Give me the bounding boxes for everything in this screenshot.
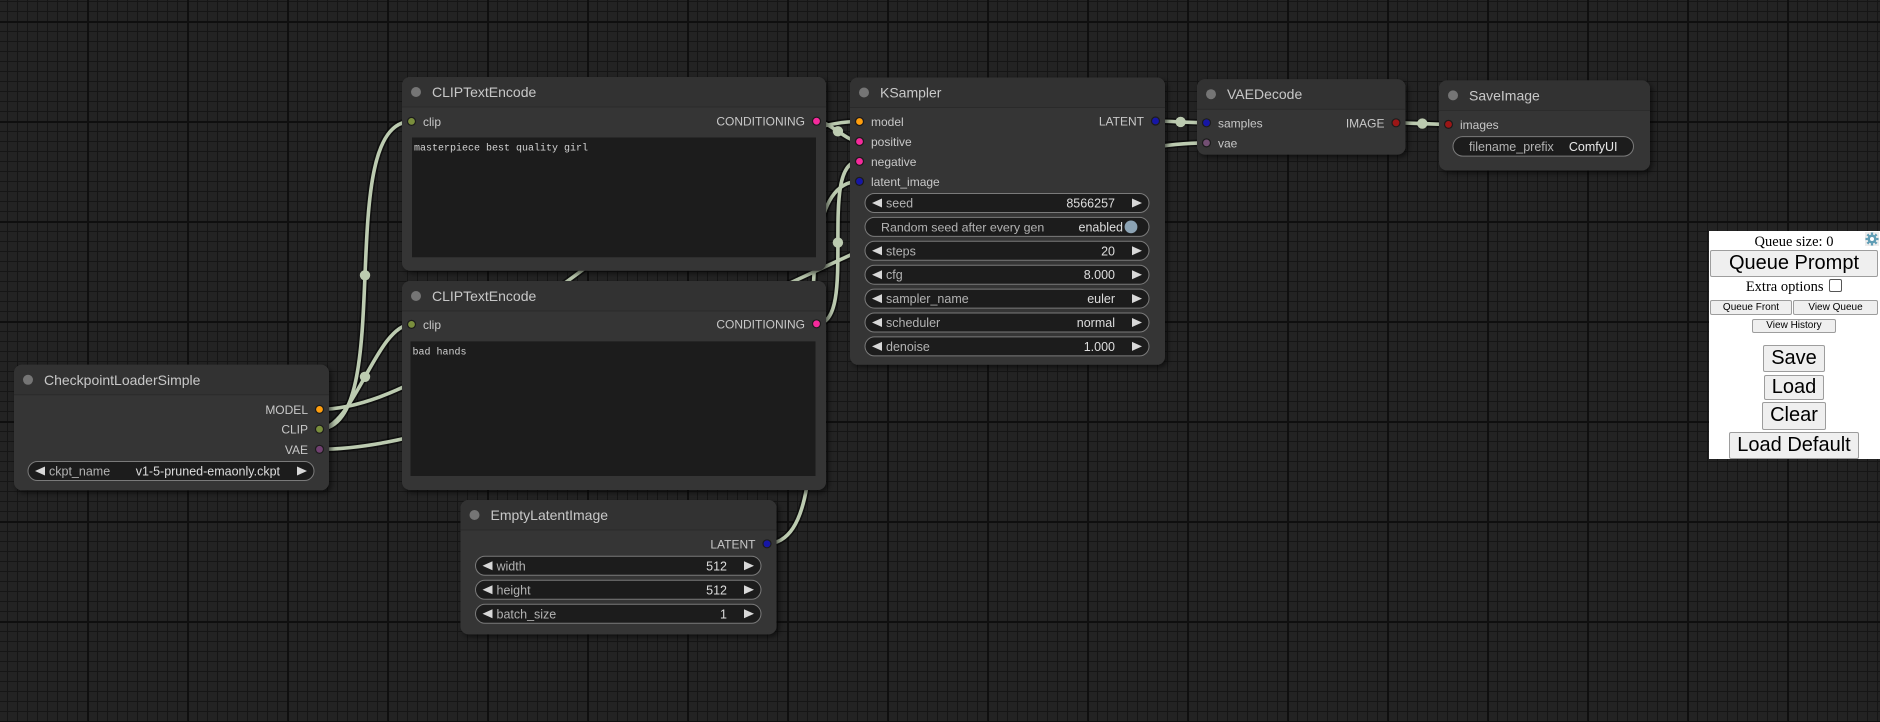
svg-text:samples: samples <box>1218 116 1263 130</box>
svg-text:latent_image: latent_image <box>871 175 940 189</box>
svg-text:model: model <box>871 115 904 129</box>
svg-text:scheduler: scheduler <box>886 316 940 330</box>
svg-text:euler: euler <box>1087 292 1115 306</box>
svg-text:8566257: 8566257 <box>1066 197 1115 211</box>
svg-text:CONDITIONING: CONDITIONING <box>716 115 805 129</box>
svg-text:negative: negative <box>871 155 917 169</box>
svg-text:20: 20 <box>1101 244 1115 258</box>
svg-text:512: 512 <box>706 583 727 597</box>
svg-text:batch_size: batch_size <box>497 607 557 621</box>
svg-text:1.000: 1.000 <box>1084 340 1115 354</box>
svg-text:ComfyUI: ComfyUI <box>1569 140 1618 154</box>
svg-text:seed: seed <box>886 197 913 211</box>
svg-text:clip: clip <box>423 115 441 129</box>
svg-text:v1-5-pruned-emaonly.ckpt: v1-5-pruned-emaonly.ckpt <box>136 465 281 479</box>
svg-text:denoise: denoise <box>886 340 930 354</box>
svg-text:KSampler: KSampler <box>880 85 942 101</box>
svg-text:VAE: VAE <box>285 443 308 457</box>
svg-text:EmptyLatentImage: EmptyLatentImage <box>491 507 609 523</box>
svg-text:images: images <box>1460 118 1499 132</box>
svg-text:CLIPTextEncode: CLIPTextEncode <box>432 288 536 304</box>
svg-text:masterpiece best quality girl: masterpiece best quality girl <box>414 143 588 155</box>
svg-text:1: 1 <box>720 607 727 621</box>
svg-text:SaveImage: SaveImage <box>1469 87 1540 103</box>
svg-text:positive: positive <box>871 135 912 149</box>
svg-text:CONDITIONING: CONDITIONING <box>716 317 805 331</box>
svg-text:sampler_name: sampler_name <box>886 292 969 306</box>
svg-text:MODEL: MODEL <box>265 403 308 417</box>
svg-text:LATENT: LATENT <box>710 537 756 551</box>
svg-text:ckpt_name: ckpt_name <box>49 465 110 479</box>
svg-text:clip: clip <box>423 318 441 332</box>
svg-text:CheckpointLoaderSimple: CheckpointLoaderSimple <box>44 372 201 388</box>
svg-text:width: width <box>496 559 526 573</box>
svg-text:vae: vae <box>1218 136 1238 150</box>
svg-text:CLIP: CLIP <box>281 423 308 437</box>
svg-text:height: height <box>497 583 532 597</box>
svg-text:IMAGE: IMAGE <box>1346 116 1385 130</box>
svg-text:8.000: 8.000 <box>1084 268 1115 282</box>
svg-text:512: 512 <box>706 559 727 573</box>
svg-text:steps: steps <box>886 244 916 258</box>
svg-text:VAEDecode: VAEDecode <box>1227 86 1302 102</box>
svg-text:cfg: cfg <box>886 268 903 282</box>
svg-text:LATENT: LATENT <box>1099 115 1145 129</box>
svg-text:normal: normal <box>1077 316 1115 330</box>
svg-text:enabled: enabled <box>1079 220 1124 234</box>
svg-text:bad hands: bad hands <box>413 346 467 358</box>
svg-text:CLIPTextEncode: CLIPTextEncode <box>432 84 536 100</box>
svg-text:filename_prefix: filename_prefix <box>1469 140 1555 154</box>
svg-text:Random seed after every gen: Random seed after every gen <box>881 220 1044 234</box>
